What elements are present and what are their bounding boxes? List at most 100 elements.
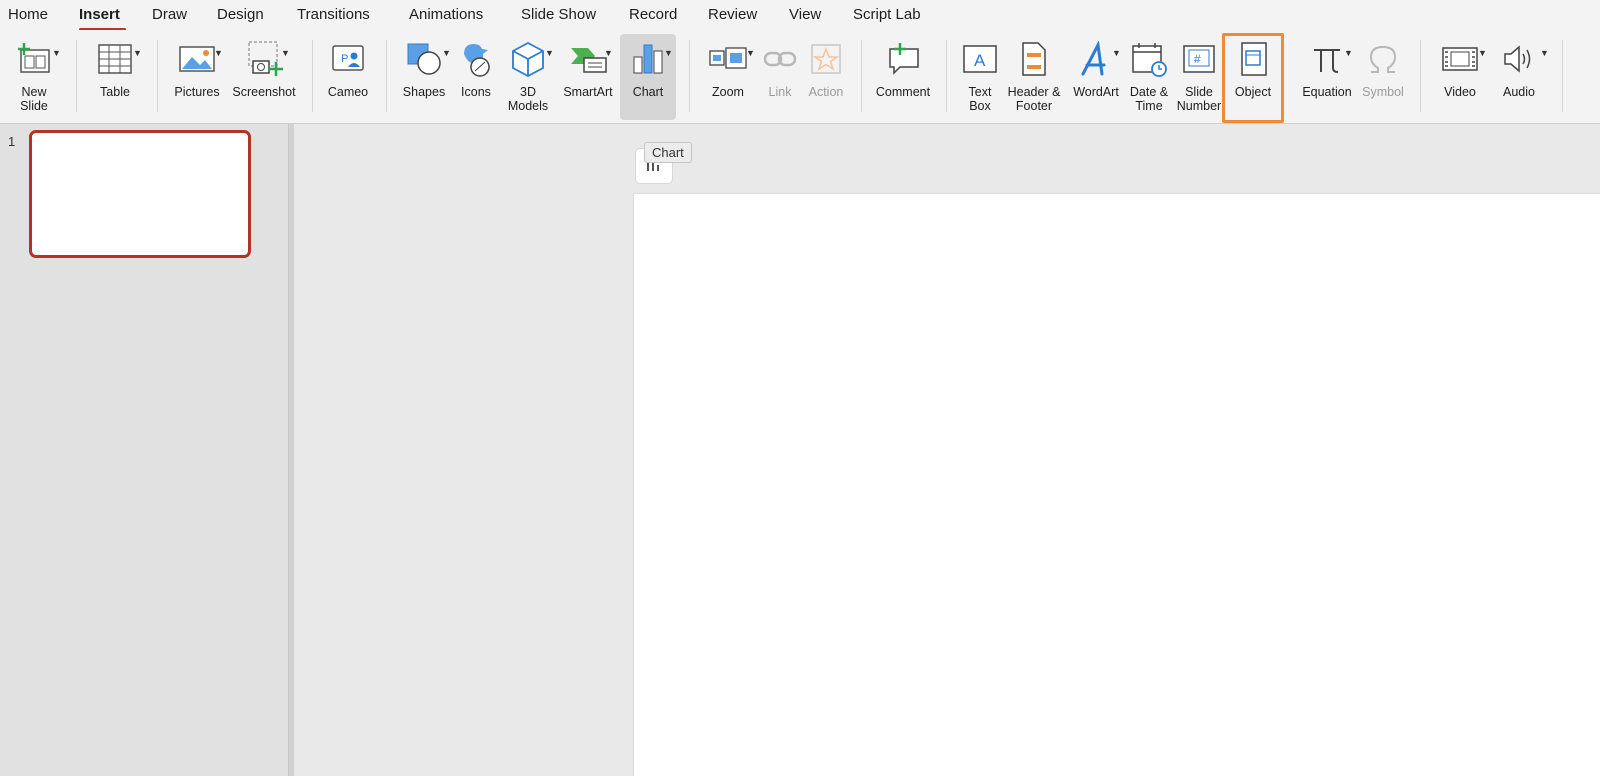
icons-label: Icons xyxy=(461,85,491,99)
shapes-dropdown-icon[interactable]: ▼ xyxy=(442,48,451,58)
svg-text:A: A xyxy=(974,51,986,70)
ribbon-separator xyxy=(1562,40,1563,112)
wordart-icon xyxy=(1078,38,1114,80)
audio-button[interactable]: Audio xyxy=(1492,34,1546,120)
comment-icon xyxy=(884,38,922,80)
tab-transitions[interactable]: Transitions xyxy=(297,6,370,23)
smartart-dropdown-icon[interactable]: ▼ xyxy=(604,48,613,58)
symbol-button[interactable]: Symbol xyxy=(1358,34,1408,120)
zoom-label: Zoom xyxy=(712,85,744,99)
wordart-label: WordArt xyxy=(1073,85,1119,99)
action-label: Action xyxy=(808,85,844,99)
new-slide-button[interactable]: New Slide xyxy=(6,34,62,120)
tab-animations[interactable]: Animations xyxy=(409,6,483,23)
audio-label: Audio xyxy=(1503,85,1535,99)
ribbon-tab-bar: Home Insert Draw Design Transitions Anim… xyxy=(0,0,1600,31)
3d-models-dropdown-icon[interactable]: ▼ xyxy=(545,48,554,58)
link-label: Link xyxy=(768,85,792,99)
table-dropdown-icon[interactable]: ▼ xyxy=(133,48,142,58)
comment-button[interactable]: Comment xyxy=(872,34,934,120)
tab-script-lab[interactable]: Script Lab xyxy=(853,6,921,23)
icons-icon xyxy=(458,38,494,80)
zoom-button[interactable]: Zoom xyxy=(700,34,756,120)
table-button[interactable]: Table xyxy=(88,34,142,120)
link-button[interactable]: Link xyxy=(760,34,800,120)
table-icon xyxy=(97,38,133,80)
omega-icon xyxy=(1366,38,1400,80)
tab-design[interactable]: Design xyxy=(217,6,264,23)
wordart-dropdown-icon[interactable]: ▼ xyxy=(1112,48,1121,58)
text-box-icon: A xyxy=(961,38,999,80)
tab-view[interactable]: View xyxy=(789,6,821,23)
equation-button[interactable]: Equation xyxy=(1298,34,1356,120)
icons-button[interactable]: Icons xyxy=(456,34,496,120)
insert-ribbon: New Slide ▼ Table ▼ Pictures ▼ Screensho… xyxy=(0,30,1600,124)
screenshot-label: Screenshot xyxy=(232,85,296,99)
chart-button[interactable]: Chart xyxy=(620,34,676,120)
chart-icon xyxy=(630,38,666,80)
pictures-dropdown-icon[interactable]: ▼ xyxy=(214,48,223,58)
action-star-icon xyxy=(809,38,843,80)
svg-text:P: P xyxy=(341,53,348,65)
wordart-button[interactable]: WordArt xyxy=(1068,34,1124,120)
screenshot-icon xyxy=(243,38,285,80)
slide-number-indicator: 1 xyxy=(8,134,16,149)
text-box-button[interactable]: A Text Box xyxy=(958,34,1002,120)
new-slide-dropdown-icon[interactable]: ▼ xyxy=(52,48,61,58)
symbol-label: Symbol xyxy=(1362,85,1404,99)
pictures-icon xyxy=(178,38,216,80)
smartart-icon xyxy=(568,38,608,80)
3d-models-button[interactable]: 3D Models xyxy=(502,34,554,120)
video-label: Video xyxy=(1444,85,1476,99)
zoom-icon xyxy=(708,38,748,80)
video-dropdown-icon[interactable]: ▼ xyxy=(1478,48,1487,58)
ribbon-separator xyxy=(946,40,947,112)
zoom-dropdown-icon[interactable]: ▼ xyxy=(746,48,755,58)
ribbon-separator xyxy=(157,40,158,112)
ribbon-separator xyxy=(689,40,690,112)
pictures-label: Pictures xyxy=(174,85,220,99)
svg-text:#: # xyxy=(1194,52,1201,66)
slide-canvas[interactable] xyxy=(634,194,1600,776)
shapes-label: Shapes xyxy=(402,85,446,99)
date-time-button[interactable]: Date & Time xyxy=(1126,34,1172,120)
audio-dropdown-icon[interactable]: ▼ xyxy=(1540,48,1549,58)
tab-insert[interactable]: Insert xyxy=(79,6,120,23)
speaker-icon xyxy=(1501,38,1537,80)
header-footer-button[interactable]: Header & Footer xyxy=(1004,34,1064,120)
ribbon-separator xyxy=(312,40,313,112)
slide-number-button[interactable]: # Slide Number xyxy=(1176,34,1222,120)
tab-review[interactable]: Review xyxy=(708,6,757,23)
chart-label: Chart xyxy=(632,85,664,99)
chart-dropdown-icon[interactable]: ▼ xyxy=(664,48,673,58)
new-slide-label: New Slide xyxy=(20,85,48,113)
screenshot-dropdown-icon[interactable]: ▼ xyxy=(281,48,290,58)
video-button[interactable]: Video xyxy=(1432,34,1488,120)
ribbon-separator xyxy=(386,40,387,112)
ribbon-separator xyxy=(861,40,862,112)
slide-number-icon: # xyxy=(1181,38,1217,80)
screenshot-button[interactable]: Screenshot xyxy=(228,34,300,120)
action-button[interactable]: Action xyxy=(802,34,850,120)
slide-number-label: Slide Number xyxy=(1176,85,1222,113)
tab-draw[interactable]: Draw xyxy=(152,6,187,23)
calendar-clock-icon xyxy=(1130,38,1168,80)
cameo-button[interactable]: P Cameo xyxy=(322,34,374,120)
cameo-icon: P xyxy=(330,38,366,80)
slide-thumbnail[interactable] xyxy=(29,130,251,258)
cameo-label: Cameo xyxy=(327,85,369,99)
link-icon xyxy=(762,38,798,80)
tooltip: Chart xyxy=(644,142,692,163)
comment-label: Comment xyxy=(875,85,931,99)
pi-icon xyxy=(1310,38,1344,80)
object-button-highlight xyxy=(1222,33,1284,123)
tab-home[interactable]: Home xyxy=(8,6,48,23)
shapes-button[interactable]: Shapes xyxy=(398,34,450,120)
tab-slide-show[interactable]: Slide Show xyxy=(521,6,596,23)
smartart-label: SmartArt xyxy=(563,85,613,99)
new-slide-icon xyxy=(15,38,53,80)
equation-dropdown-icon[interactable]: ▼ xyxy=(1344,48,1353,58)
pictures-button[interactable]: Pictures xyxy=(167,34,227,120)
smartart-button[interactable]: SmartArt xyxy=(559,34,617,120)
tab-record[interactable]: Record xyxy=(629,6,677,23)
